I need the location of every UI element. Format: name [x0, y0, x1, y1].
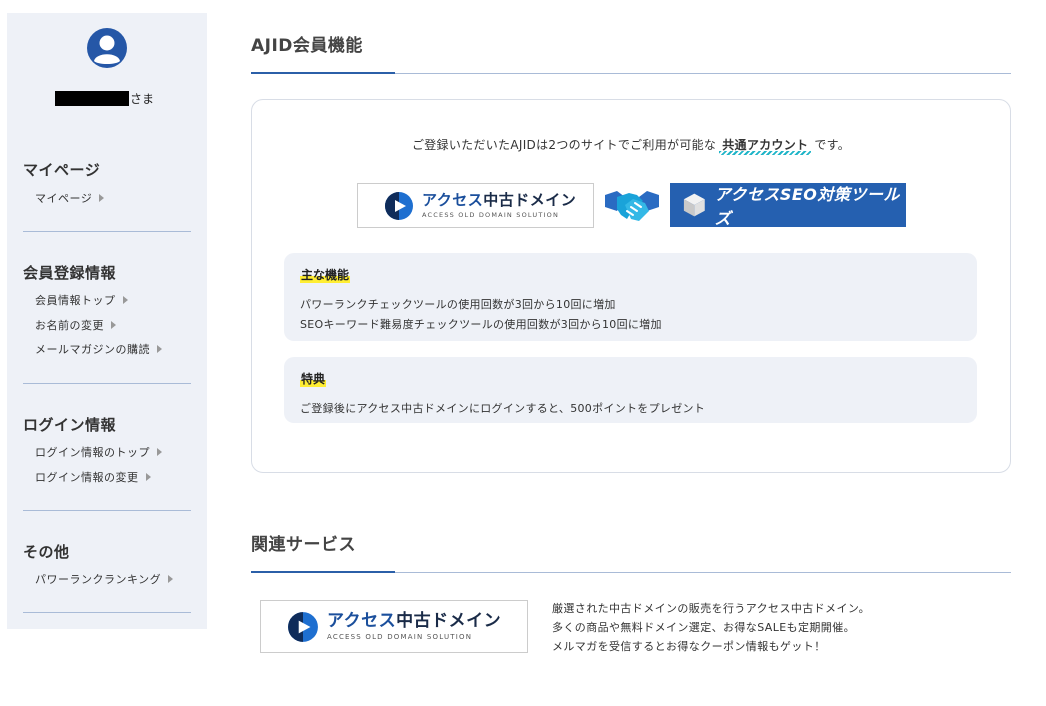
features-box: 主な機能 パワーランクチェックツールの使用回数が3回から10回に増加 SEOキー… — [284, 253, 977, 341]
nav-group-mypage-title: マイページ — [23, 161, 101, 179]
nav-group-other-title: その他 — [23, 543, 70, 561]
divider — [23, 231, 191, 232]
nav-link-member-top[interactable]: 会員情報トップ — [35, 292, 128, 308]
caret-right-icon — [122, 296, 128, 304]
caret-right-icon — [111, 321, 116, 329]
related-section-title: 関連サービス — [251, 535, 356, 555]
sidebar: さま マイページ マイページ 会員登録情報 会員情報トップ お名前の変更 メール… — [7, 13, 207, 629]
perk-line: ご登録後にアクセス中古ドメインにログインすると、500ポイントをプレゼント — [300, 402, 706, 415]
user-suffix: さま — [130, 91, 155, 106]
feature-line: SEOキーワード難易度チェックツールの使用回数が3回から10回に増加 — [300, 318, 662, 331]
nav-link-login-change[interactable]: ログイン情報の変更 — [35, 469, 151, 485]
caret-right-icon — [157, 345, 162, 353]
nav-link-power-ranking[interactable]: パワーランクランキング — [35, 571, 174, 587]
redacted-name — [55, 90, 129, 106]
section-rule-accent — [251, 72, 395, 74]
nav-group-member-title: 会員登録情報 — [23, 264, 117, 282]
related-desc-line: 多くの商品や無料ドメイン選定、お得なSALEも定期開催。 — [552, 621, 855, 634]
caret-right-icon — [99, 194, 105, 202]
feature-line: パワーランクチェックツールの使用回数が3回から10回に増加 — [300, 298, 616, 311]
common-account-link[interactable]: 共通アカウント — [719, 138, 812, 155]
related-desc-line: 厳選された中古ドメインの販売を行うアクセス中古ドメイン。 — [552, 602, 870, 615]
caret-right-icon — [145, 473, 151, 481]
related-access-old-domain-logo[interactable]: アクセス中古ドメイン ACCESS OLD DOMAIN SOLUTION — [260, 600, 528, 653]
caret-right-icon — [157, 448, 162, 456]
user-avatar-icon — [87, 28, 127, 68]
access-old-domain-logo[interactable]: アクセス中古ドメイン ACCESS OLD DOMAIN SOLUTION — [357, 183, 594, 228]
perks-heading: 特典 — [300, 370, 327, 387]
divider — [23, 612, 191, 613]
ajid-intro: ご登録いただいたAJIDは2つのサイトでご利用が可能な 共通アカウント です。 — [251, 136, 1011, 155]
divider — [23, 510, 191, 511]
nav-link-login-top[interactable]: ログイン情報のトップ — [35, 444, 162, 460]
nav-group-login-title: ログイン情報 — [23, 416, 117, 434]
user-name: さま — [55, 90, 154, 106]
access-logo-mark-icon — [288, 611, 318, 642]
caret-right-icon — [168, 575, 174, 583]
related-desc-line: メルマガを受信するとお得なクーポン情報もゲット！ — [552, 640, 826, 653]
cube-icon — [683, 193, 705, 217]
nav-link-mypage[interactable]: マイページ — [35, 190, 105, 206]
section-rule-accent — [251, 571, 395, 573]
nav-link-newsletter[interactable]: メールマガジンの購読 — [35, 341, 162, 357]
handshake-icon — [605, 191, 659, 221]
features-heading: 主な機能 — [300, 266, 351, 283]
access-seo-tools-banner[interactable]: アクセスSEO対策ツールズ — [670, 183, 906, 228]
ajid-section-title: AJID会員機能 — [251, 36, 363, 56]
access-logo-mark-icon — [385, 191, 413, 220]
perks-box: 特典 ご登録後にアクセス中古ドメインにログインすると、500ポイントをプレゼント — [284, 357, 977, 423]
nav-link-name-change[interactable]: お名前の変更 — [35, 317, 116, 333]
divider — [23, 383, 191, 384]
